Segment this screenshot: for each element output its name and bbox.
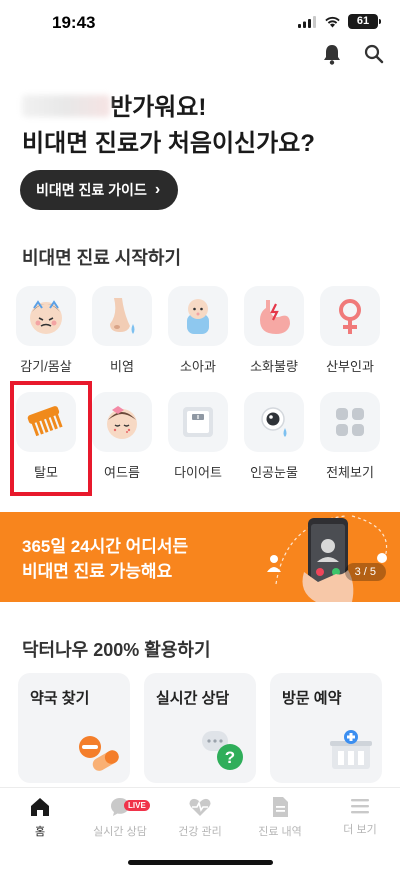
category-rhinitis[interactable]: 비염 xyxy=(86,286,158,375)
guide-button-label: 비대면 진료 가이드 xyxy=(36,182,147,198)
document-icon xyxy=(273,797,288,817)
tab-label: 건강 관리 xyxy=(178,826,222,838)
category-acne[interactable]: 여드름 xyxy=(86,392,158,481)
category-label: 산부인과 xyxy=(326,359,374,374)
category-artificial-tears[interactable]: 인공눈물 xyxy=(238,392,310,481)
card-title: 방문 예약 xyxy=(282,690,342,707)
pharmacy-search-card[interactable]: 약국 찾기 xyxy=(18,673,130,783)
menu-icon xyxy=(351,799,369,814)
tab-home[interactable]: 홈 xyxy=(0,796,80,839)
category-label: 인공눈물 xyxy=(250,465,298,480)
usage-section-title: 닥터나우 200% 활용하기 xyxy=(22,640,211,660)
live-consult-card[interactable]: 실시간 상담 ? xyxy=(144,673,256,783)
banner-line-1: 365일 24시간 어디서든 xyxy=(22,537,189,556)
svg-text:?: ? xyxy=(225,748,235,767)
telemedicine-guide-button[interactable]: 비대면 진료 가이드 › xyxy=(20,170,179,210)
notification-bell-button[interactable] xyxy=(320,42,344,66)
banner-text: 365일 24시간 어디서든 비대면 진료 가능해요 xyxy=(22,534,188,584)
grid-icon xyxy=(320,392,380,452)
category-diet[interactable]: 다이어트 xyxy=(162,392,234,481)
status-bar: 19:43 61 xyxy=(0,0,400,48)
home-icon xyxy=(31,798,49,816)
tab-label: 진료 내역 xyxy=(258,826,302,838)
hospital-icon xyxy=(330,730,372,769)
category-cold[interactable]: 감기/몸살 xyxy=(10,286,82,375)
heart-pulse-icon xyxy=(189,798,211,816)
category-label: 전체보기 xyxy=(326,465,374,480)
home-indicator xyxy=(128,860,273,865)
status-time: 19:43 xyxy=(52,13,96,32)
cellular-signal-icon xyxy=(298,15,316,28)
sick-face-icon xyxy=(16,286,76,346)
visit-booking-card[interactable]: 방문 예약 xyxy=(270,673,382,783)
live-badge: LIVE xyxy=(124,800,150,811)
baby-icon xyxy=(168,286,228,346)
status-icons: 61 xyxy=(298,14,381,29)
category-gynecology[interactable]: 산부인과 xyxy=(314,286,386,375)
pill-icon xyxy=(79,736,119,771)
eye-drop-icon xyxy=(244,392,304,452)
battery-icon: 61 xyxy=(348,14,381,29)
scale-icon xyxy=(168,392,228,452)
tab-live-consult[interactable]: LIVE 실시간 상담 xyxy=(80,796,160,839)
nose-icon xyxy=(92,286,152,346)
greeting: 반가워요! 비대면 진료가 처음이신가요? xyxy=(22,90,382,162)
usage-cards: 약국 찾기 실시간 상담 ? 방문 예약 xyxy=(18,673,382,783)
search-button[interactable] xyxy=(362,42,386,66)
category-label: 비염 xyxy=(110,359,134,374)
category-label: 소화불량 xyxy=(250,359,298,374)
category-grid-row-1: 감기/몸살 비염 소아과 소화불량 산부인과 xyxy=(10,286,390,375)
category-indigestion[interactable]: 소화불량 xyxy=(238,286,310,375)
category-label: 다이어트 xyxy=(174,465,222,480)
greeting-suffix: 반가워요! xyxy=(110,94,207,121)
start-section-title: 비대면 진료 시작하기 xyxy=(22,248,182,268)
highlight-annotation-box xyxy=(10,381,92,496)
top-actions xyxy=(320,42,386,66)
card-title: 실시간 상담 xyxy=(156,690,230,707)
promo-banner[interactable]: 365일 24시간 어디서든 비대면 진료 가능해요 xyxy=(0,512,400,602)
tab-history[interactable]: 진료 내역 xyxy=(240,796,320,839)
category-pediatrics[interactable]: 소아과 xyxy=(162,286,234,375)
category-view-all[interactable]: 전체보기 xyxy=(314,392,386,481)
tab-label: 더 보기 xyxy=(343,824,377,836)
tab-more[interactable]: 더 보기 xyxy=(320,796,400,837)
stomach-icon xyxy=(244,286,304,346)
chevron-right-icon: › xyxy=(154,181,161,198)
bottom-tab-bar: 홈 LIVE 실시간 상담 건강 관리 진료 내역 더 보기 xyxy=(0,787,400,869)
category-label: 소아과 xyxy=(180,359,216,374)
wifi-icon xyxy=(325,16,340,27)
search-icon xyxy=(364,44,384,64)
banner-line-2: 비대면 진료 가능해요 xyxy=(22,562,173,581)
masked-user-name xyxy=(22,95,110,117)
tab-label: 홈 xyxy=(34,826,46,838)
acne-face-icon xyxy=(92,392,152,452)
card-title: 약국 찾기 xyxy=(30,690,90,707)
category-label: 여드름 xyxy=(104,465,140,480)
category-label: 감기/몸살 xyxy=(20,359,72,374)
phone-video-call-illustration xyxy=(267,515,388,602)
banner-pager: 3 / 5 xyxy=(344,563,386,581)
female-symbol-icon xyxy=(320,286,380,346)
greeting-line-1: 반가워요! xyxy=(22,90,382,126)
tab-health[interactable]: 건강 관리 xyxy=(160,796,240,839)
tab-label: 실시간 상담 xyxy=(93,826,147,838)
greeting-line-2: 비대면 진료가 처음이신가요? xyxy=(22,130,315,157)
bell-icon xyxy=(324,45,340,65)
chat-question-icon: ? xyxy=(202,731,243,770)
